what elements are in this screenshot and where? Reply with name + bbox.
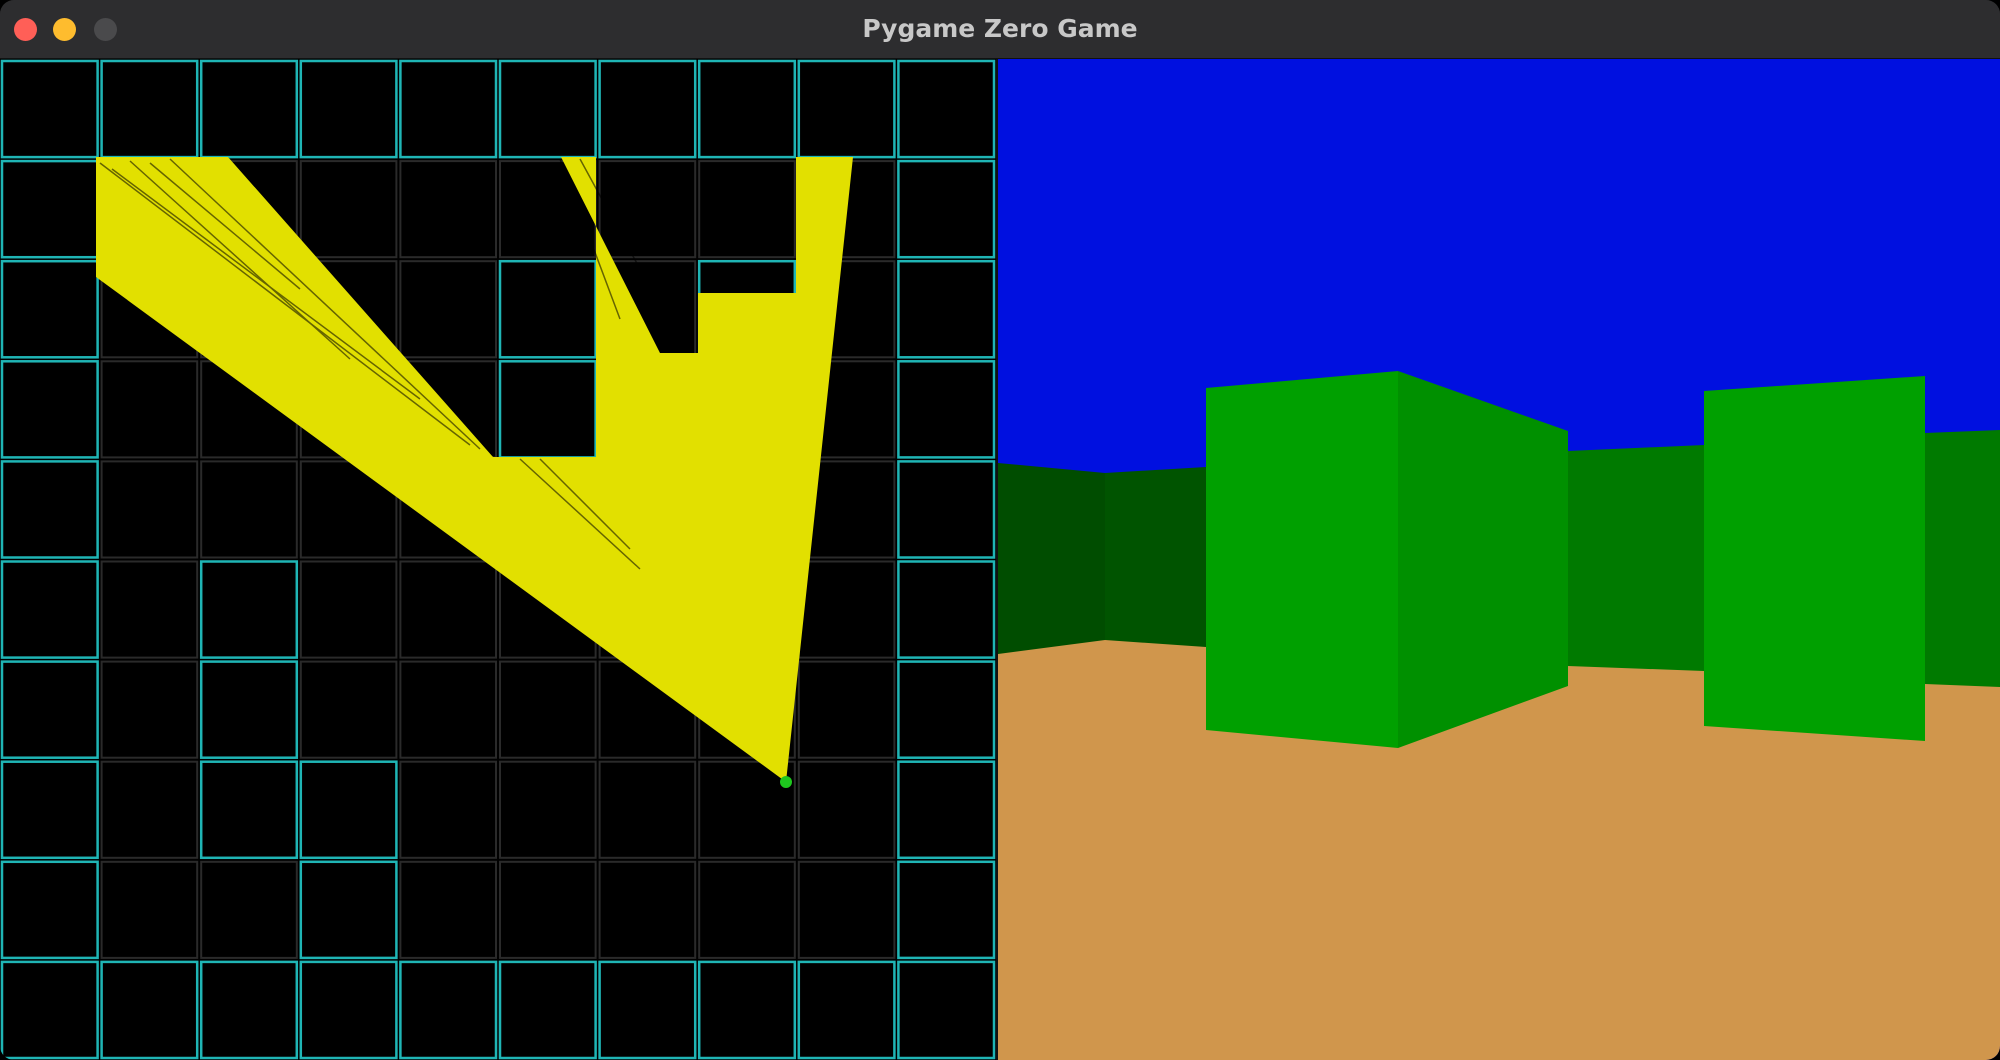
map-floor-cell [399,760,497,859]
map-wall-cell [0,560,99,659]
map-floor-cell [399,160,497,259]
wall-block-side [1398,371,1568,748]
map-floor-cell [499,860,597,959]
map-wall-cell [0,159,99,259]
wall-block-front [1206,371,1398,748]
map-wall-cell [897,460,996,559]
map-floor-cell [100,360,199,459]
map-wall-cell [299,760,398,860]
map-wall-cell [100,960,199,1060]
first-person-view [998,59,2000,1060]
map-wall-cell [399,960,498,1060]
map-wall-cell [199,660,299,759]
wall-block-right [1704,376,1925,741]
map-wall-cell [0,760,99,860]
map-floor-cell [200,460,298,559]
map-wall-cell [100,59,199,159]
map-wall-cell [0,960,99,1060]
map-floor-cell [100,760,199,859]
map-wall-cell [0,660,99,759]
map-wall-cell [897,360,996,459]
map-wall-cell [797,960,896,1060]
map-wall-cell [0,860,99,960]
map-wall-cell [0,259,99,359]
map-wall-cell [797,59,896,159]
map-wall-cell [897,560,996,659]
map-wall-cell [897,259,996,359]
title-bar[interactable]: Pygame Zero Game [0,0,2000,59]
map-floor-cell [797,860,896,959]
far-wall-left [998,463,1105,654]
map-floor-cell [100,560,199,659]
far-wall-right [1925,430,2000,687]
map-floor-cell [299,560,398,659]
game-canvas[interactable] [0,59,2000,1060]
map-wall-cell [697,960,797,1060]
map-floor-cell [797,560,896,659]
map-wall-cell [0,59,99,159]
map-wall-cell [897,960,996,1060]
map-wall-cell [498,360,597,459]
map-floor-cell [698,860,796,959]
map-wall-cell [199,59,299,159]
map-floor-cell [499,660,597,759]
map-wall-cell [0,360,99,459]
map-floor-cell [598,760,697,859]
map-floor-cell [399,660,497,759]
map-floor-cell [200,860,298,959]
map-wall-cell [897,660,996,759]
map-floor-cell [598,160,697,259]
map-wall-cell [897,159,996,259]
map-floor-cell [797,660,896,759]
top-down-map [0,59,996,1060]
map-wall-cell [598,59,697,159]
map-floor-cell [698,160,796,259]
map-wall-cell [299,960,398,1060]
map-floor-cell [598,860,697,959]
map-floor-cell [399,860,497,959]
map-floor-cell [399,560,497,659]
map-wall-cell [598,960,697,1060]
map-wall-cell [199,760,299,860]
map-wall-cell [399,59,498,159]
map-wall-cell [498,59,597,159]
map-wall-cell [498,960,597,1060]
back-wall-center [1568,445,1704,671]
game-window: Pygame Zero Game [0,0,2000,1060]
map-wall-cell [897,860,996,960]
map-floor-cell [399,260,497,359]
map-wall-cell [299,59,398,159]
view-divider [996,59,998,1060]
map-floor-cell [299,160,398,259]
map-wall-cell [199,560,299,659]
window-title: Pygame Zero Game [862,14,1138,43]
map-wall-cell [0,460,99,559]
map-floor-cell [299,660,398,759]
map-floor-cell [797,760,896,859]
map-wall-cell [299,860,398,960]
map-wall-cell [897,760,996,860]
map-floor-cell [100,860,199,959]
map-floor-cell [499,760,597,859]
map-wall-cell [498,259,597,359]
map-wall-cell [897,59,996,159]
map-wall-cell [697,59,797,159]
map-wall-cell [199,960,299,1060]
far-wall-left-2 [1105,467,1206,647]
map-floor-cell [100,460,199,559]
map-floor-cell [100,660,199,759]
player-marker [780,776,792,788]
game-scene[interactable] [0,59,2000,1060]
